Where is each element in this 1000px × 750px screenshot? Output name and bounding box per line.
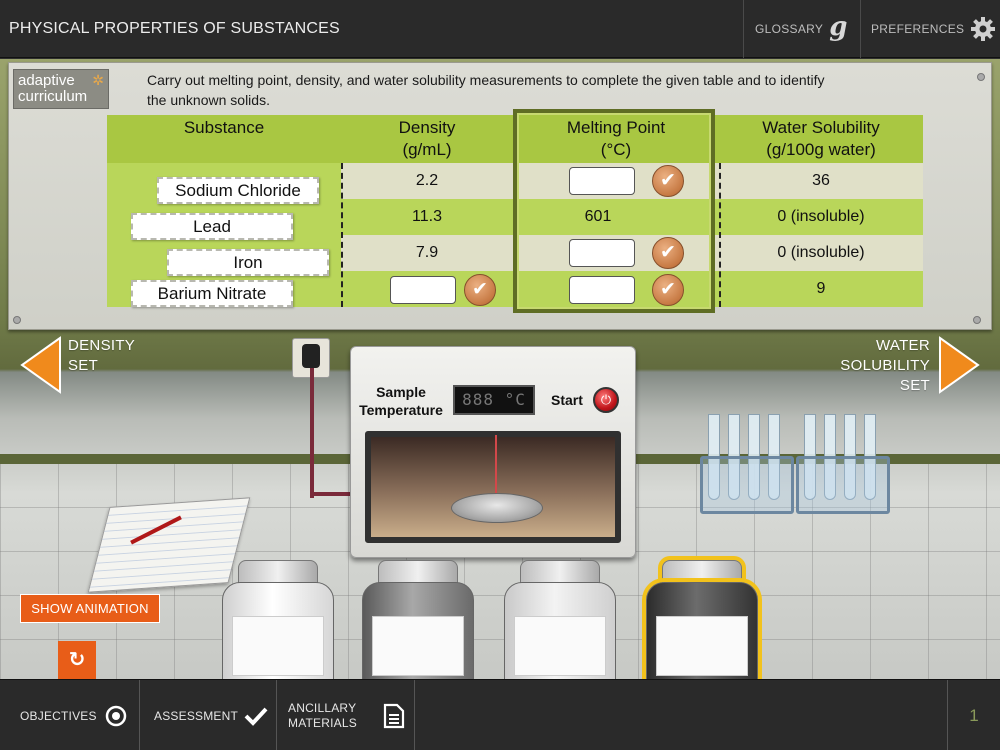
sample-temperature-label: Sample Temperature bbox=[359, 384, 443, 418]
assessment-button[interactable]: ASSESSMENT bbox=[154, 680, 274, 750]
check-density-barium-nitrate-button[interactable]: ✔ bbox=[464, 274, 496, 306]
substance-tag-iron[interactable]: Iron bbox=[167, 249, 329, 276]
temperature-display: 888 °C bbox=[453, 385, 535, 415]
screw-icon bbox=[977, 73, 985, 81]
app-title: PHYSICAL PROPERTIES OF SUBSTANCES bbox=[9, 20, 340, 37]
header-melting-point: Melting Point (°C) bbox=[566, 118, 666, 159]
check-melting-iron-button[interactable]: ✔ bbox=[652, 237, 684, 269]
glossary-button[interactable]: GLOSSARY g bbox=[744, 0, 860, 58]
melting-input-sodium-chloride[interactable] bbox=[569, 167, 635, 195]
jar-label bbox=[514, 616, 606, 676]
density-cell: 2.2 bbox=[415, 172, 439, 189]
sample-jar-4-selected[interactable] bbox=[646, 560, 758, 686]
checkmark-icon: ✔ bbox=[660, 242, 676, 263]
substance-tag-barium-nitrate[interactable]: Barium Nitrate bbox=[131, 280, 293, 307]
power-icon: ⏻ bbox=[600, 392, 612, 407]
start-button[interactable]: ⏻ bbox=[593, 387, 619, 413]
start-label: Start bbox=[551, 392, 583, 408]
header-density: Density (g/mL) bbox=[398, 118, 456, 159]
jar-label bbox=[656, 616, 748, 676]
check-melting-barium-nitrate-button[interactable]: ✔ bbox=[652, 274, 684, 306]
oven-window bbox=[365, 431, 621, 543]
substance-tag-lead[interactable]: Lead bbox=[131, 213, 293, 240]
sample-dish bbox=[451, 493, 543, 523]
power-plug bbox=[302, 344, 320, 368]
preferences-button[interactable]: PREFERENCES bbox=[861, 0, 1000, 58]
checkmark-icon: ✔ bbox=[660, 279, 676, 300]
adaptive-curriculum-logo: adaptive curriculum ✲ bbox=[13, 69, 109, 109]
reset-icon: ↻ bbox=[68, 649, 86, 671]
objectives-button[interactable]: OBJECTIVES bbox=[20, 680, 138, 750]
screw-icon bbox=[973, 316, 981, 324]
density-cell: 11.3 bbox=[412, 208, 442, 225]
test-tube-rack bbox=[700, 414, 794, 518]
bottom-divider bbox=[414, 680, 415, 750]
logo-line-1: adaptive bbox=[18, 72, 75, 89]
density-cell: 7.9 bbox=[415, 244, 439, 261]
temperature-probe bbox=[495, 435, 497, 501]
bottom-bar: OBJECTIVES ASSESSMENT ANCILLARY MATERIALS… bbox=[0, 679, 1000, 750]
density-set-link[interactable]: DENSITY SET bbox=[68, 336, 135, 376]
ancillary-label: ANCILLARY MATERIALS bbox=[288, 700, 357, 730]
rack-frame bbox=[700, 456, 794, 514]
checkmark-icon: ✔ bbox=[472, 279, 488, 300]
logo-line-2: curriculum bbox=[18, 88, 88, 105]
solubility-cell: 9 bbox=[816, 280, 826, 297]
glossary-icon: g bbox=[829, 12, 848, 42]
sample-jar-2[interactable] bbox=[362, 560, 474, 686]
data-panel: adaptive curriculum ✲ Carry out melting … bbox=[8, 62, 992, 330]
power-cord bbox=[310, 368, 314, 498]
jar-label bbox=[232, 616, 324, 676]
density-input-barium-nitrate[interactable] bbox=[390, 276, 456, 304]
reset-button[interactable]: ↻ bbox=[58, 641, 96, 679]
density-set-arrow-icon[interactable] bbox=[20, 336, 62, 394]
water-solubility-set-link[interactable]: WATER SOLUBILITY SET bbox=[830, 336, 930, 396]
bottom-divider bbox=[276, 680, 277, 750]
melting-input-iron[interactable] bbox=[569, 239, 635, 267]
checkmark-icon bbox=[244, 707, 268, 726]
gear-icon bbox=[971, 17, 996, 41]
jar-label bbox=[372, 616, 464, 676]
sample-jar-1[interactable] bbox=[222, 560, 334, 686]
melting-input-barium-nitrate[interactable] bbox=[569, 276, 635, 304]
show-animation-button[interactable]: SHOW ANIMATION bbox=[20, 594, 160, 623]
check-melting-sodium-chloride-button[interactable]: ✔ bbox=[652, 165, 684, 197]
header-substance: Substance bbox=[183, 118, 265, 137]
column-divider bbox=[513, 163, 515, 307]
assessment-label: ASSESSMENT bbox=[154, 708, 239, 723]
sample-jar-3[interactable] bbox=[504, 560, 616, 686]
preferences-label: PREFERENCES bbox=[871, 22, 965, 36]
instructions-text: Carry out melting point, density, and wa… bbox=[147, 72, 825, 108]
properties-table: Substance Density (g/mL) Melting Point (°C… bbox=[107, 109, 923, 313]
test-tube-rack bbox=[796, 414, 890, 518]
top-bar: PHYSICAL PROPERTIES OF SUBSTANCES GLOSSA… bbox=[0, 0, 1000, 58]
page-number: 1 bbox=[969, 706, 979, 725]
solubility-cell: 0 (insoluble) bbox=[777, 208, 865, 225]
objectives-label: OBJECTIVES bbox=[20, 708, 97, 723]
table-header: Substance Density (g/mL) Melting Point (°C… bbox=[107, 115, 923, 163]
bottom-divider bbox=[139, 680, 140, 750]
document-icon bbox=[383, 703, 405, 728]
melting-point-apparatus: Sample Temperature 888 °C Start ⏻ bbox=[350, 346, 636, 558]
ancillary-materials-button[interactable]: ANCILLARY MATERIALS bbox=[288, 680, 412, 750]
logo-star-icon: ✲ bbox=[92, 72, 104, 88]
checkmark-icon: ✔ bbox=[660, 170, 676, 191]
substance-tag-sodium-chloride[interactable]: Sodium Chloride bbox=[157, 177, 319, 204]
rack-frame bbox=[796, 456, 890, 514]
screw-icon bbox=[13, 316, 21, 324]
target-icon bbox=[105, 705, 126, 726]
melting-cell: 601 bbox=[584, 208, 612, 225]
solubility-cell: 0 (insoluble) bbox=[777, 244, 865, 261]
glossary-label: GLOSSARY bbox=[755, 22, 824, 36]
header-water-solubility: Water Solubility (g/100g water) bbox=[762, 118, 880, 159]
solubility-cell: 36 bbox=[812, 172, 830, 189]
water-solubility-set-arrow-icon[interactable] bbox=[938, 336, 980, 394]
